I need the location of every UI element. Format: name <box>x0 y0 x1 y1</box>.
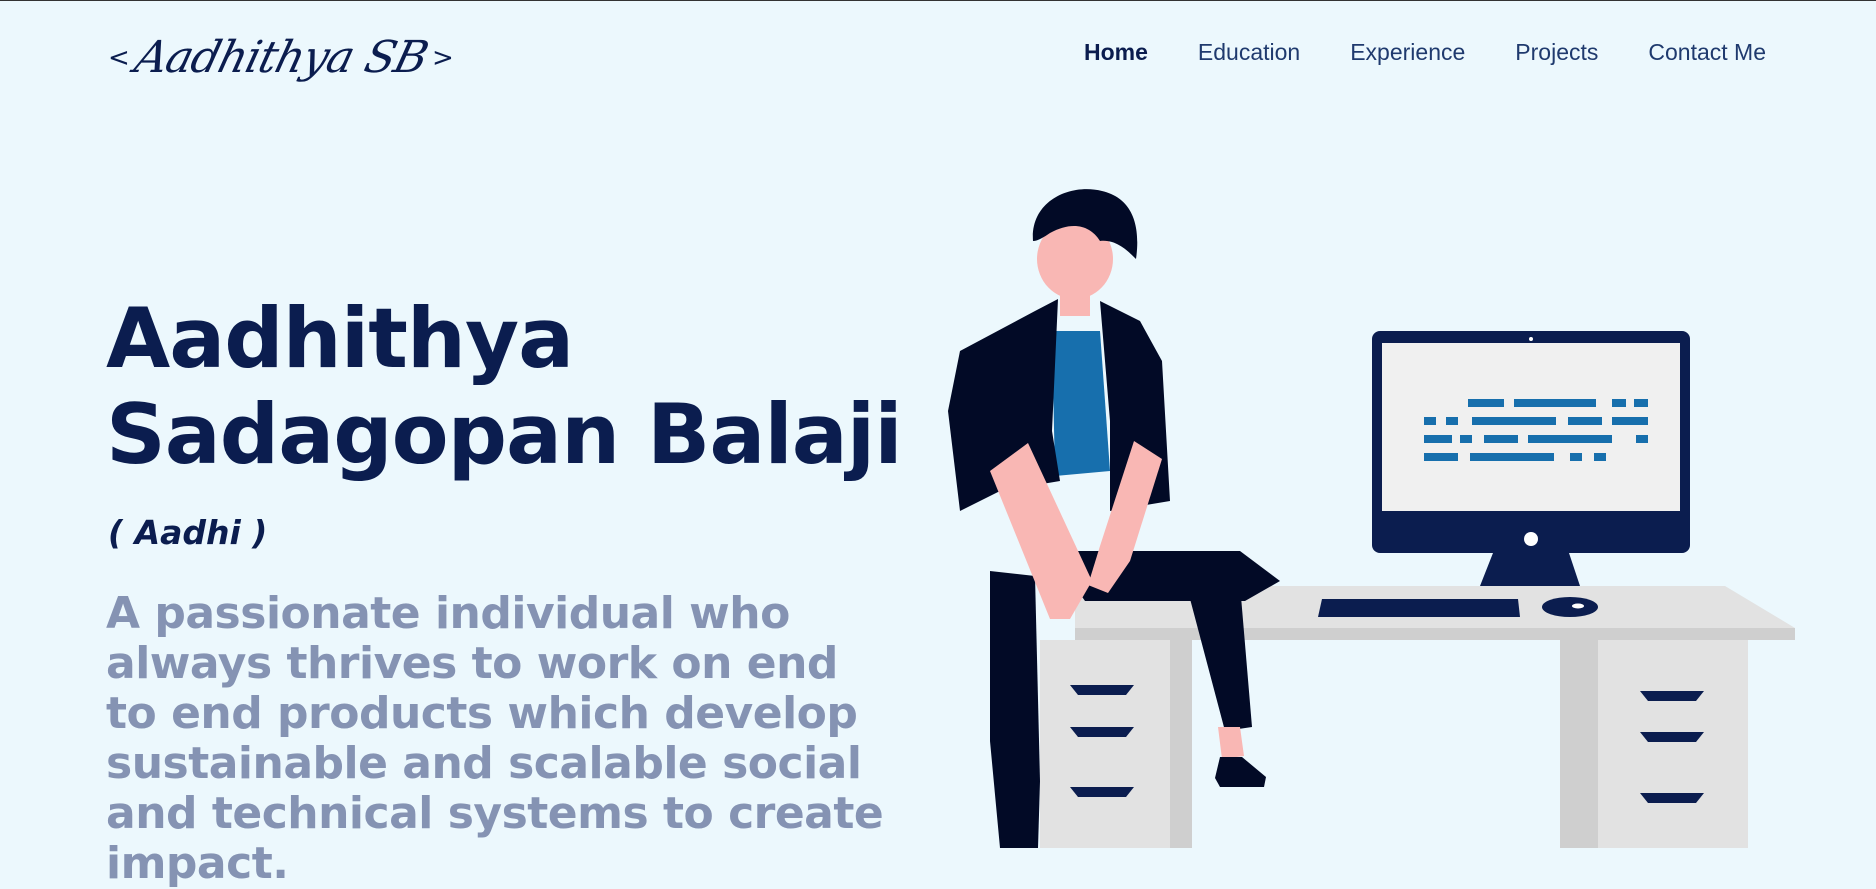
hero-nickname: ( Aadhi ) <box>108 513 268 552</box>
nav-item-experience[interactable]: Experience <box>1350 39 1465 66</box>
main-nav: Home Education Experience Projects Conta… <box>1084 39 1766 66</box>
logo-signature: Aadhithya SB <box>129 32 433 83</box>
desk-graphic <box>1040 586 1795 848</box>
logo-link[interactable]: < Aadhithya SB > <box>108 23 468 93</box>
logo-close-bracket: > <box>431 43 454 73</box>
nav-item-contact[interactable]: Contact Me <box>1648 39 1766 66</box>
hero-tagline: A passionate individual who always thriv… <box>106 588 884 889</box>
hero-name-line2: Sadagopan Balaji <box>106 386 903 483</box>
site-header: < Aadhithya SB > Home Education Experien… <box>0 1 1876 109</box>
logo-open-bracket: < <box>108 43 130 73</box>
hero-name: Aadhithya Sadagopan Balaji <box>106 291 906 483</box>
hero-name-line1: Aadhithya <box>106 290 574 387</box>
nav-item-home[interactable]: Home <box>1084 39 1148 66</box>
person-at-desk-illustration <box>948 189 1795 848</box>
nav-item-education[interactable]: Education <box>1198 39 1300 66</box>
nav-item-projects[interactable]: Projects <box>1515 39 1598 66</box>
monitor-graphic <box>1318 331 1690 617</box>
